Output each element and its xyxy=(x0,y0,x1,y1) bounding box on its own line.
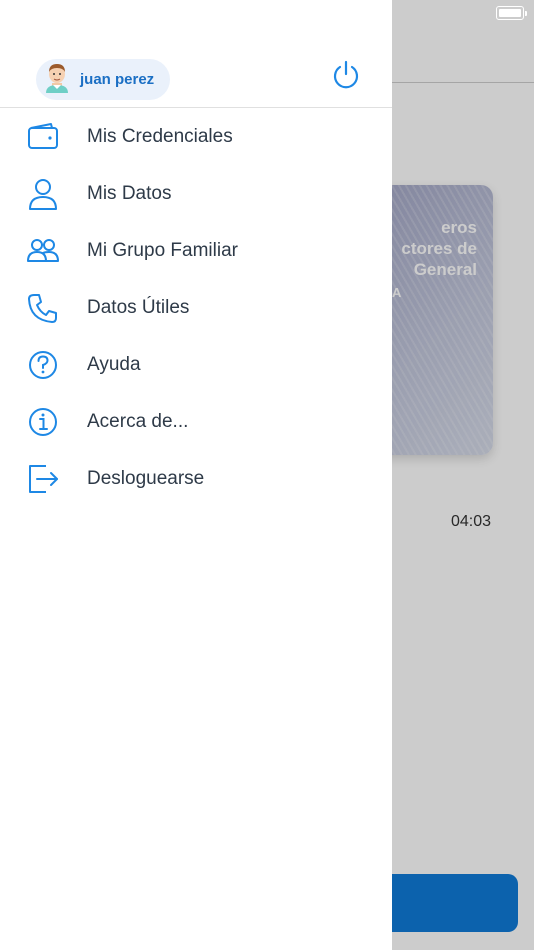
menu-item-label: Desloguearse xyxy=(87,467,205,489)
menu-item-mis-datos[interactable]: Mis Datos xyxy=(0,165,392,222)
menu-item-label: Mi Grupo Familiar xyxy=(87,239,238,261)
menu-item-mis-credenciales[interactable]: Mis Credenciales xyxy=(0,108,392,165)
menu-item-label: Acerca de... xyxy=(87,410,189,432)
menu-item-datos-utiles[interactable]: Datos Útiles xyxy=(0,279,392,336)
menu-item-acerca-de[interactable]: Acerca de... xyxy=(0,393,392,450)
menu-item-mi-grupo-familiar[interactable]: Mi Grupo Familiar xyxy=(0,222,392,279)
logout-icon xyxy=(26,462,60,496)
help-icon xyxy=(26,348,60,382)
person-icon xyxy=(26,177,60,211)
power-icon[interactable] xyxy=(330,59,362,91)
wallet-icon xyxy=(26,120,60,154)
menu-item-label: Mis Credenciales xyxy=(87,125,233,147)
user-chip[interactable]: juan perez xyxy=(36,59,171,100)
user-name: juan perez xyxy=(80,71,155,88)
menu-item-ayuda[interactable]: Ayuda xyxy=(0,336,392,393)
side-drawer: juan perez Mis Credenciales Mis Datos Mi… xyxy=(0,0,392,950)
group-icon xyxy=(26,234,60,268)
menu-item-label: Ayuda xyxy=(87,353,141,375)
menu-item-desloguearse[interactable]: Desloguearse xyxy=(0,450,392,507)
phone-icon xyxy=(26,291,60,325)
avatar xyxy=(44,61,70,98)
menu-item-label: Mis Datos xyxy=(87,182,172,204)
menu-item-label: Datos Útiles xyxy=(87,296,190,318)
info-icon xyxy=(26,405,60,439)
battery-icon xyxy=(496,6,527,20)
